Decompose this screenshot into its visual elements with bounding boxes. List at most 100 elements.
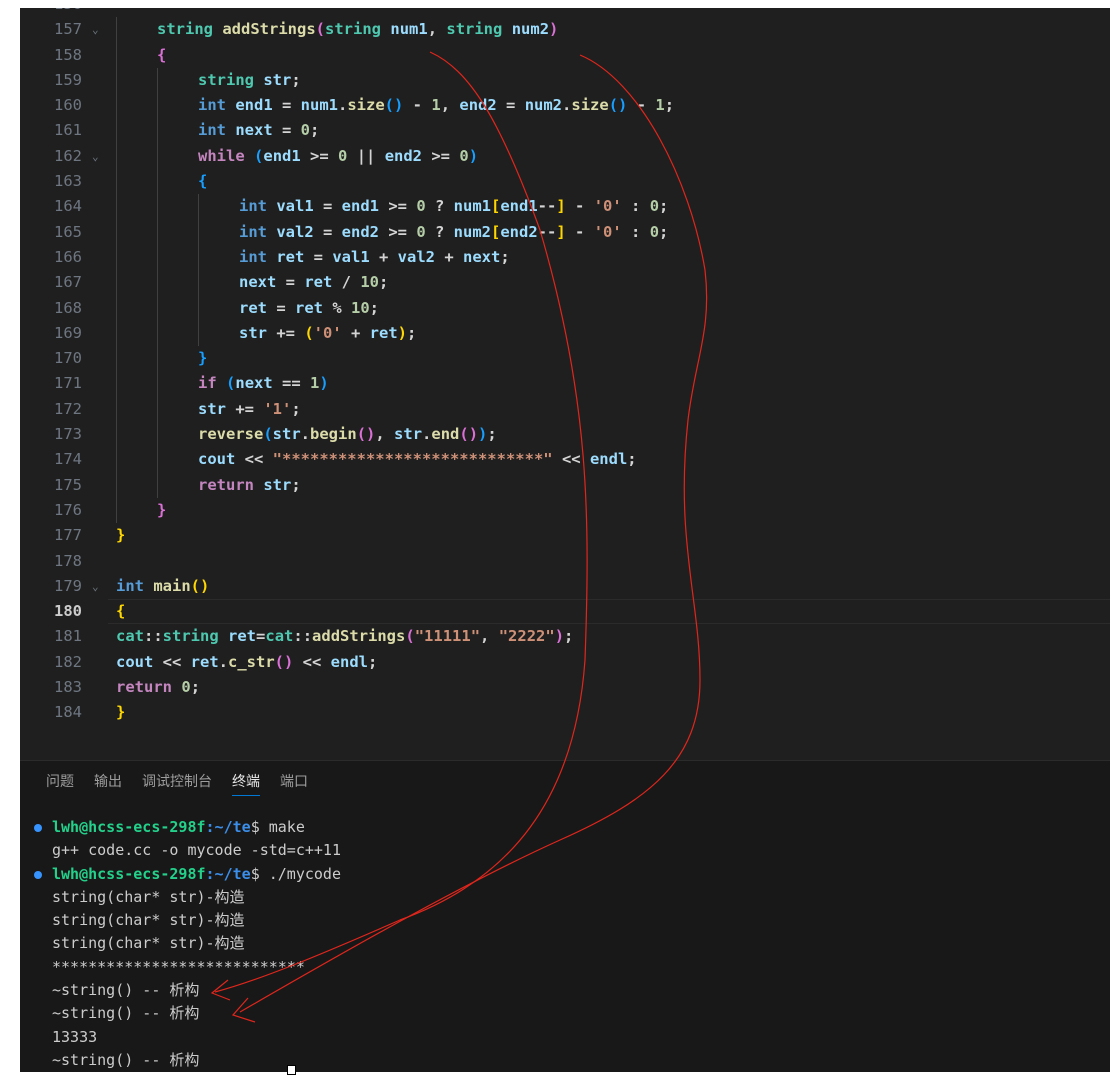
code-text: int ret = val1 + val2 + next; (239, 245, 510, 270)
code-token: '0' (593, 197, 622, 216)
command-status-dot-icon[interactable] (34, 870, 42, 879)
code-token: >= (300, 146, 339, 165)
code-token: size (571, 96, 609, 115)
code-line[interactable]: 182 cout << ret.c_str() << endl; (20, 650, 1110, 675)
indent-guide (157, 422, 158, 448)
code-line[interactable]: 159 string str; (20, 67, 1110, 94)
code-line[interactable]: 165 int val2 = end2 >= 0 ? num2[end2--] -… (20, 219, 1110, 245)
code-token: ) (468, 146, 479, 165)
code-token: int (239, 247, 267, 266)
indent-guide (116, 169, 117, 195)
tab-2[interactable]: 调试控制台 (142, 771, 212, 795)
code-token: endl (589, 450, 628, 469)
code-line[interactable]: 184} (20, 700, 1110, 725)
code-token: 0 (416, 197, 426, 216)
code-token: int (239, 222, 267, 241)
indent-guide (157, 169, 158, 195)
code-token: >= (422, 146, 460, 165)
code-text: cat::string ret=cat::addStrings("11111",… (116, 624, 573, 649)
code-line[interactable]: 173 reverse(str.begin(), str.end()); (20, 422, 1110, 448)
code-token: . (218, 652, 228, 671)
terminal-line: string(char* str)-构造 (34, 886, 341, 909)
line-number: 158 (54, 45, 82, 64)
code-line[interactable]: 181 cat::string ret=cat::addStrings("1111… (20, 624, 1110, 649)
code-line[interactable]: 179 ⌄ int main() (20, 574, 1110, 599)
code-token: str (263, 70, 292, 89)
code-line[interactable]: 161 int next = 0; (20, 118, 1110, 144)
code-line[interactable]: 174 cout << "****************************… (20, 447, 1110, 473)
code-line[interactable]: 172 str += '1'; (20, 396, 1110, 423)
indent-guide (116, 497, 117, 524)
code-token: ) (549, 20, 559, 39)
code-line[interactable]: 177} (20, 523, 1110, 548)
code-line[interactable]: 176} (20, 497, 1110, 524)
code-line[interactable]: 164 int val1 = end1 >= 0 ? num1[end1--] -… (20, 194, 1110, 220)
code-line[interactable]: 171 if (next == 1) (20, 371, 1110, 397)
tab-1[interactable]: 输出 (94, 771, 122, 795)
code-token: , (375, 425, 395, 444)
code-token: ( (315, 20, 326, 39)
code-token: ( (304, 323, 314, 342)
fold-chevron-icon[interactable]: ⌄ (92, 17, 99, 42)
code-token: ; (291, 399, 301, 418)
code-token: . (338, 96, 348, 115)
code-line[interactable]: 169 str += ('0' + ret); (20, 320, 1110, 347)
code-text: } (157, 498, 166, 523)
code-line[interactable]: 158 { (20, 42, 1110, 68)
code-token: ( (254, 146, 264, 165)
fold-chevron-icon[interactable]: ⌄ (92, 144, 99, 169)
command-status-dot-icon[interactable] (34, 824, 42, 832)
code-token: '0' (313, 323, 342, 342)
code-token: val2 (276, 222, 314, 241)
code-line[interactable]: 183 return 0; (20, 675, 1110, 700)
code-line[interactable]: 175 return str; (20, 472, 1110, 498)
code-line[interactable]: 157 ⌄ string addStrings(string num1, strin… (20, 17, 1110, 43)
code-token: + (369, 247, 398, 266)
code-line[interactable]: 166 int ret = val1 + val2 + next; (20, 244, 1110, 271)
tab-0[interactable]: 问题 (46, 771, 74, 795)
indent-guide (198, 219, 199, 245)
indent-guide (116, 396, 117, 423)
indent-guide (116, 472, 117, 498)
code-line[interactable]: 156 (20, 8, 1110, 17)
code-line[interactable]: 163 { (20, 169, 1110, 195)
code-token: next (239, 273, 277, 292)
code-line[interactable]: 170} (20, 346, 1110, 372)
code-token: = (304, 247, 333, 266)
terminal-output[interactable]: lwh@hcss-ecs-298f:~/te$ make g++ code.cc … (34, 816, 341, 1072)
code-token: += (226, 399, 264, 418)
code-token: ] (556, 197, 566, 216)
line-number: 176 (54, 500, 82, 519)
code-line[interactable]: 178 (20, 549, 1110, 574)
code-line[interactable]: 167 next = ret / 10; (20, 270, 1110, 296)
code-editor[interactable]: 156157⌄string addStrings(string num1, st… (20, 8, 1110, 760)
fold-chevron-icon[interactable]: ⌄ (92, 574, 99, 599)
line-number: 179 (54, 576, 82, 595)
code-token: 0 (459, 146, 469, 165)
code-token: . (562, 96, 572, 115)
indent-guide (198, 244, 199, 271)
code-token: 0 (181, 678, 191, 697)
code-token: end2 (500, 222, 538, 241)
terminal-output-text: ~string() -- 析构 (52, 981, 200, 1000)
code-line[interactable]: 168 ret = ret % 10; (20, 295, 1110, 321)
indent-guide (157, 118, 158, 144)
code-text: string addStrings(string num1, string nu… (157, 17, 558, 42)
tab-3[interactable]: 终端 (232, 771, 260, 796)
code-token: 0 (649, 222, 660, 241)
indent-guide (198, 194, 199, 220)
code-line[interactable]: 180 { (20, 599, 1110, 625)
line-number: 163 (54, 172, 82, 191)
prompt-path: :~/te (205, 864, 251, 883)
code-token: = (496, 96, 525, 115)
code-token: % (323, 298, 351, 317)
code-text: string str; (198, 68, 301, 93)
code-text: return 0; (116, 675, 200, 700)
code-line[interactable]: 160 int end1 = num1.size() - 1, end2 = nu… (20, 93, 1110, 119)
tab-4[interactable]: 端口 (280, 771, 308, 795)
code-line[interactable]: 162 ⌄ while (end1 >= 0 || end2 >= 0) (20, 143, 1110, 170)
line-number: 171 (54, 374, 82, 393)
terminal-line: ~string() -- 析构 (34, 1002, 341, 1025)
